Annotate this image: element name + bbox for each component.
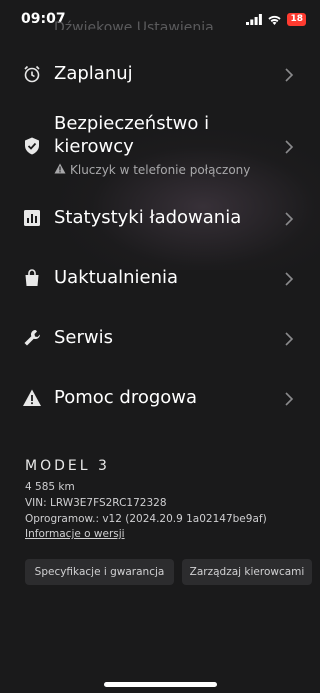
- chevron-right-icon: [284, 391, 294, 406]
- warning-icon: [22, 388, 42, 408]
- bar-chart-icon: [22, 208, 42, 228]
- battery-icon: 18: [287, 12, 306, 26]
- warning-icon: [54, 163, 66, 177]
- status-icons: 18: [246, 12, 306, 26]
- home-indicator[interactable]: [104, 682, 217, 687]
- wrench-icon: [22, 328, 42, 348]
- chevron-right-icon: [284, 139, 294, 154]
- software-version: Oprogramow.: v12 (2024.20.9 1a02147be9af…: [25, 513, 267, 525]
- menu-item-label: Pomoc drogowa: [54, 387, 198, 408]
- menu-item-upgrades[interactable]: Uaktualnienia: [0, 264, 320, 292]
- phone-key-status: Kluczyk w telefonie połączony: [54, 163, 250, 177]
- menu-item-schedule[interactable]: Zaplanuj: [0, 60, 320, 88]
- phone-key-status-text: Kluczyk w telefonie połączony: [70, 163, 251, 177]
- chevron-right-icon: [284, 211, 294, 226]
- manage-drivers-button[interactable]: Zarządzaj kierowcami: [182, 559, 312, 585]
- menu-item-charging-stats[interactable]: Statystyki ładowania: [0, 204, 320, 232]
- chevron-right-icon: [284, 331, 294, 346]
- menu-item-label-line2: kierowcy: [54, 136, 134, 157]
- chevron-right-icon: [284, 67, 294, 82]
- menu-item-label: Zaplanuj: [54, 63, 133, 84]
- menu-item-security-drivers[interactable]: Bezpieczeństwo i kierowcy Kluczyk w tele…: [0, 112, 320, 182]
- shield-check-icon: [22, 136, 42, 156]
- chevron-right-icon: [284, 271, 294, 286]
- menu-item-roadside-assistance[interactable]: Pomoc drogowa: [0, 384, 320, 412]
- menu-item-label: Uaktualnienia: [54, 267, 179, 288]
- signal-icon: [246, 10, 263, 29]
- previous-menu-item[interactable]: Dźwiękowe Ustawienia: [54, 18, 214, 30]
- model-name: MODEL 3: [25, 458, 110, 474]
- specs-warranty-button[interactable]: Specyfikacje i gwarancja: [25, 559, 174, 585]
- wifi-icon: [267, 10, 282, 29]
- shopping-bag-icon: [22, 268, 42, 288]
- alarm-clock-icon: [22, 64, 42, 84]
- menu-item-label: Statystyki ładowania: [54, 207, 242, 228]
- release-notes-link[interactable]: Informacje o wersji: [25, 528, 125, 540]
- menu-item-label-line1: Bezpieczeństwo i: [54, 113, 210, 134]
- odometer: 4 585 km: [25, 481, 75, 493]
- menu-item-label: Serwis: [54, 327, 114, 348]
- menu-item-service[interactable]: Serwis: [0, 324, 320, 352]
- vin: VIN: LRW3E7FS2RC172328: [25, 497, 167, 509]
